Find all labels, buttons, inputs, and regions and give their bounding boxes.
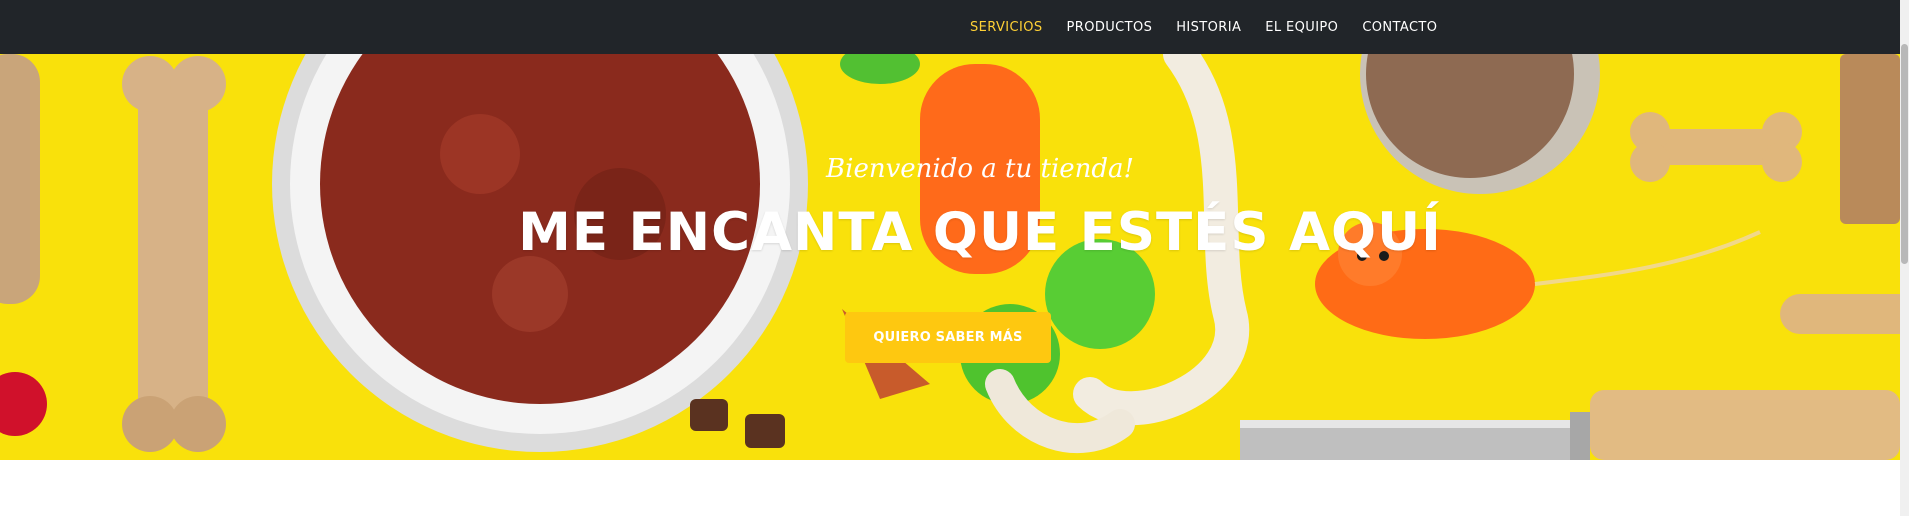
nav-menu: SERVICIOS PRODUCTOS HISTORIA EL EQUIPO C… [970,0,1437,54]
cta-button[interactable]: QUIERO SABER MÁS [845,312,1051,363]
page-scrollbar[interactable] [1900,0,1909,516]
navbar: SERVICIOS PRODUCTOS HISTORIA EL EQUIPO C… [0,0,1900,55]
hero-subtitle: Bienvenido a tu tienda! [826,154,1134,184]
comb-icon [1240,390,1900,460]
nav-link-productos[interactable]: PRODUCTOS [1067,20,1153,35]
scrollbar-thumb[interactable] [1901,44,1908,264]
hero-title: ME ENCANTA QUE ESTÉS AQUÍ [518,202,1442,263]
nav-link-contacto[interactable]: CONTACTO [1362,20,1437,35]
nav-item-contacto: CONTACTO [1362,18,1437,36]
hero-section: Bienvenido a tu tienda! ME ENCANTA QUE E… [0,54,1900,460]
nav-item-el-equipo: EL EQUIPO [1265,18,1338,36]
nav-link-servicios[interactable]: SERVICIOS [970,20,1043,35]
nav-link-el-equipo[interactable]: EL EQUIPO [1265,20,1338,35]
nav-link-historia[interactable]: HISTORIA [1176,20,1241,35]
nav-item-servicios: SERVICIOS [970,18,1043,36]
nav-item-historia: HISTORIA [1176,18,1241,36]
nav-item-productos: PRODUCTOS [1067,18,1153,36]
